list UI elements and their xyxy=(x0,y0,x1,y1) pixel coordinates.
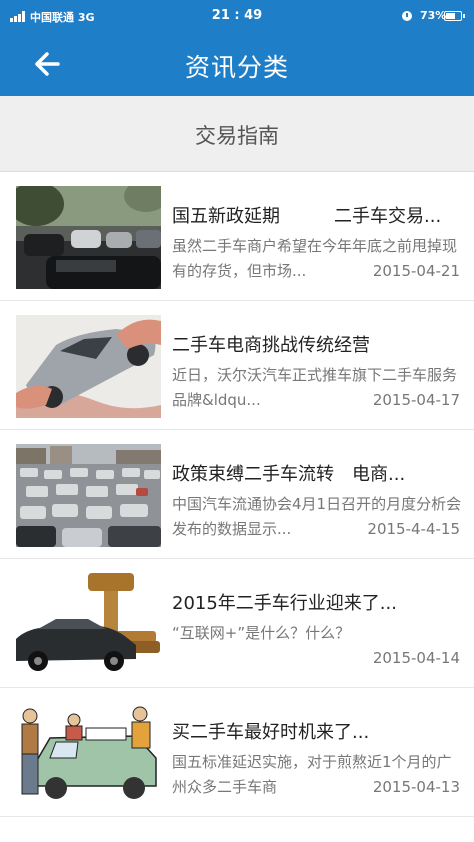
news-item[interactable]: 二手车电商挑战传统经营 近日，沃尔沃汽车正式推车旗下二手车服务品牌&ldqu..… xyxy=(0,301,474,430)
news-item[interactable]: 2015年二手车行业迎来了... “互联网+”是什么？什么？ 2015-04-1… xyxy=(0,559,474,688)
news-item[interactable]: 买二手车最好时机来了... 国五标准延迟实施，对于煎熬近1个月的广州众多二手车商… xyxy=(0,688,474,817)
alarm-icon xyxy=(402,11,412,21)
news-thumbnail xyxy=(16,444,161,547)
status-bar: 中国联通 3G 21 : 49 73% xyxy=(0,0,474,32)
battery-fill xyxy=(446,13,456,19)
news-thumbnail xyxy=(16,573,161,676)
news-date: 2015-04-14 xyxy=(366,646,460,671)
news-item[interactable]: 国五新政延期 二手车交易... 虽然二手车商户希望在今年年底之前甩掉现有的存货，… xyxy=(0,172,474,301)
news-item[interactable]: 政策束缚二手车流转 电商... 中国汽车流通协会4月1日召开的月度分析会发布的数… xyxy=(0,430,474,559)
news-date: 2015-04-13 xyxy=(366,775,460,800)
page-title: 资讯分类 xyxy=(184,53,289,82)
battery-icon xyxy=(444,11,465,21)
news-headline: 国五新政延期 二手车交易... xyxy=(172,206,442,227)
news-date: 2015-04-17 xyxy=(366,388,460,413)
news-headline: 政策束缚二手车流转 电商... xyxy=(172,464,406,485)
news-headline: 二手车电商挑战传统经营 xyxy=(172,335,370,356)
news-date: 2015-04-21 xyxy=(366,259,460,284)
news-headline: 买二手车最好时机来了... xyxy=(172,722,370,743)
news-thumbnail xyxy=(16,702,161,805)
news-thumbnail xyxy=(16,186,161,289)
news-thumbnail xyxy=(16,315,161,418)
battery-percent: 73% xyxy=(420,9,447,22)
news-summary: “互联网+”是什么？什么？ xyxy=(172,624,351,642)
category-header: 交易指南 xyxy=(0,96,474,172)
nav-bar: 资讯分类 xyxy=(0,32,474,96)
news-date: 2015-4-4-15 xyxy=(361,517,460,542)
news-list: 国五新政延期 二手车交易... 虽然二手车商户希望在今年年底之前甩掉现有的存货，… xyxy=(0,172,474,817)
news-headline: 2015年二手车行业迎来了... xyxy=(172,593,397,614)
category-label: 交易指南 xyxy=(195,124,279,148)
